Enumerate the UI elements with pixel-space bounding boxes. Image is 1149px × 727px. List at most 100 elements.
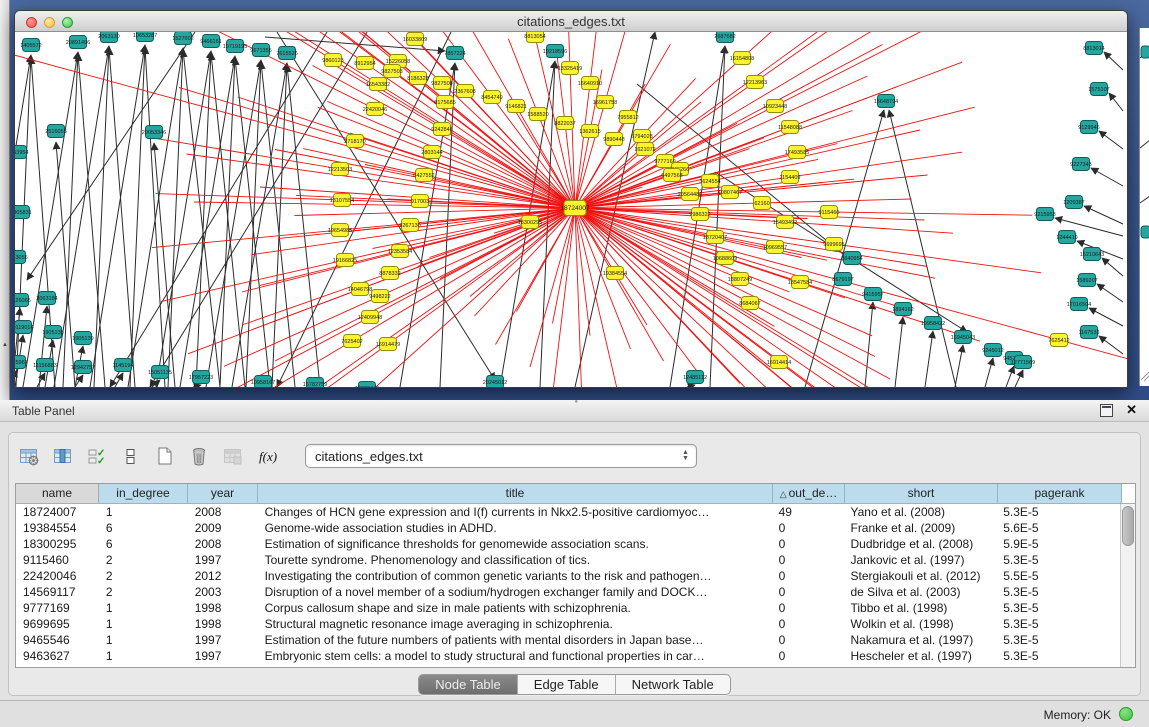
black-edge[interactable] <box>1104 52 1123 70</box>
yellow-node[interactable]: 2718170 <box>344 135 365 148</box>
table-row[interactable]: 1938455462009Genome-wide association stu… <box>16 520 1120 536</box>
yellow-node[interactable]: 7625402 <box>341 335 362 348</box>
black-edge[interactable] <box>130 45 145 387</box>
table-scrollbar-thumb[interactable] <box>1122 506 1134 546</box>
yellow-node[interactable]: 10807467 <box>718 186 742 199</box>
black-edge[interactable] <box>1091 168 1123 186</box>
yellow-node[interactable]: 15493492 <box>773 216 797 229</box>
black-edge[interactable] <box>246 60 261 387</box>
teal-node[interactable]: 9227343 <box>1070 158 1091 171</box>
yellow-node[interactable]: 20564486 <box>678 188 702 201</box>
yellow-node[interactable]: 8684067 <box>739 297 760 310</box>
yellow-node[interactable]: 7625412 <box>1048 334 1069 347</box>
black-edge[interactable] <box>895 317 903 387</box>
yellow-node[interactable]: 3624554 <box>699 175 720 188</box>
teal-node[interactable]: 10958422 <box>921 317 945 330</box>
yellow-node[interactable]: 1362615 <box>579 125 600 138</box>
teal-node[interactable]: 10958167 <box>251 376 275 388</box>
yellow-node[interactable]: 18807249 <box>728 273 752 286</box>
black-edge[interactable] <box>110 32 327 387</box>
red-edge[interactable] <box>575 208 700 375</box>
table-row[interactable]: 946362711997Embryonic stem cells: a mode… <box>16 648 1120 664</box>
float-panel-icon[interactable] <box>1100 404 1113 417</box>
yellow-node[interactable]: 13107554 <box>330 194 354 207</box>
network-view-window[interactable]: citations_edges.txt 14055722089140620631… <box>14 10 1128 388</box>
unselect-rows-icon[interactable] <box>117 442 145 470</box>
black-edge[interactable] <box>109 48 135 387</box>
black-edge[interactable] <box>985 358 993 387</box>
teal-node[interactable]: 3915967 <box>15 356 28 369</box>
teal-node[interactable]: 1905831 <box>15 206 32 219</box>
teal-node[interactable]: 2687682 <box>714 32 735 43</box>
teal-node[interactable]: 9129946 <box>1078 121 1099 134</box>
function-builder-icon[interactable]: f(x) <box>253 442 281 470</box>
black-edge[interactable] <box>287 65 320 387</box>
select-rows-icon[interactable]: ✓✓ <box>83 442 111 470</box>
teal-node[interactable]: 1244419 <box>1056 231 1077 244</box>
black-edge[interactable] <box>1097 284 1123 302</box>
black-edge[interactable] <box>710 46 725 387</box>
teal-node[interactable]: 1527602 <box>172 32 193 45</box>
black-edge[interactable] <box>889 110 956 387</box>
red-edge[interactable] <box>575 208 770 367</box>
teal-node[interactable]: 2516055 <box>45 125 66 138</box>
yellow-node[interactable]: 12213503 <box>328 163 352 176</box>
yellow-node[interactable]: 9115460 <box>818 206 839 219</box>
table-row[interactable]: 946554611997Estimation of the future num… <box>16 632 1120 648</box>
teal-node[interactable]: 1153954 <box>15 146 29 159</box>
yellow-node[interactable]: 2367608 <box>454 85 475 98</box>
teal-node[interactable]: 12942757 <box>71 361 95 374</box>
red-edge[interactable] <box>575 208 890 379</box>
teal-node[interactable]: 1145194 <box>112 359 133 372</box>
black-edge[interactable] <box>1006 366 1014 387</box>
yellow-node[interactable]: 1588520 <box>527 108 548 121</box>
yellow-node[interactable]: 19166825 <box>333 254 357 267</box>
black-edge[interactable] <box>865 302 873 387</box>
yellow-node[interactable]: 16640910 <box>578 77 602 90</box>
close-panel-icon[interactable]: ✕ <box>1126 402 1137 418</box>
teal-node[interactable]: 2126065 <box>15 294 31 307</box>
teal-node[interactable]: 8813014 <box>1083 42 1104 55</box>
yellow-node[interactable]: 16033809 <box>403 33 427 46</box>
yellow-node[interactable]: 9498222 <box>369 290 390 303</box>
teal-node[interactable]: 20245012 <box>483 376 507 388</box>
table-body[interactable]: 1872400712008Changes of HCN gene express… <box>16 504 1120 667</box>
red-edge[interactable] <box>553 208 576 387</box>
yellow-node[interactable]: 16914479 <box>376 338 400 351</box>
black-edge[interactable] <box>37 373 45 387</box>
black-edge[interactable] <box>39 306 47 387</box>
table-settings-icon[interactable] <box>15 442 43 470</box>
teal-node[interactable]: 7615526 <box>276 47 297 60</box>
yellow-node[interactable]: 8878332 <box>379 267 400 280</box>
column-header-name[interactable]: name <box>16 484 99 503</box>
yellow-node[interactable]: 9890448 <box>603 133 624 146</box>
black-edge[interactable] <box>1084 206 1123 224</box>
black-edge[interactable] <box>180 56 235 387</box>
teal-node[interactable]: 9671355 <box>250 44 271 57</box>
yellow-node[interactable]: 18720407 <box>703 231 727 244</box>
yellow-node[interactable]: 10969557 <box>763 241 787 254</box>
teal-node[interactable]: 1905139 <box>72 332 93 345</box>
yellow-node[interactable]: 9827508 <box>431 77 452 90</box>
teal-node[interactable]: 20053346 <box>142 126 166 139</box>
red-edge[interactable] <box>575 208 875 357</box>
new-table-icon[interactable] <box>151 442 179 470</box>
yellow-node[interactable]: 16961758 <box>593 96 617 109</box>
teal-node[interactable]: 16648794 <box>874 95 898 108</box>
red-edge[interactable] <box>575 130 920 208</box>
black-edge[interactable] <box>115 373 123 387</box>
black-edge[interactable] <box>145 47 165 387</box>
teal-node[interactable]: 1575107 <box>1088 83 1109 96</box>
red-edge[interactable] <box>575 32 602 208</box>
teal-node[interactable]: 9466161 <box>200 35 221 48</box>
yellow-node[interactable]: 7986322 <box>689 208 710 221</box>
black-edge[interactable] <box>1015 370 1023 387</box>
table-row[interactable]: 1872400712008Changes of HCN gene express… <box>16 504 1120 520</box>
red-edge[interactable] <box>575 208 1041 273</box>
yellow-node[interactable]: 19654985 <box>328 224 352 237</box>
black-edge[interactable] <box>94 46 109 387</box>
yellow-node[interactable]: 10688609 <box>713 252 737 265</box>
table-row[interactable]: 1830029562008Estimation of significance … <box>16 536 1120 552</box>
teal-node[interactable]: 1894162 <box>892 303 913 316</box>
teal-node[interactable]: 20891406 <box>66 36 90 49</box>
